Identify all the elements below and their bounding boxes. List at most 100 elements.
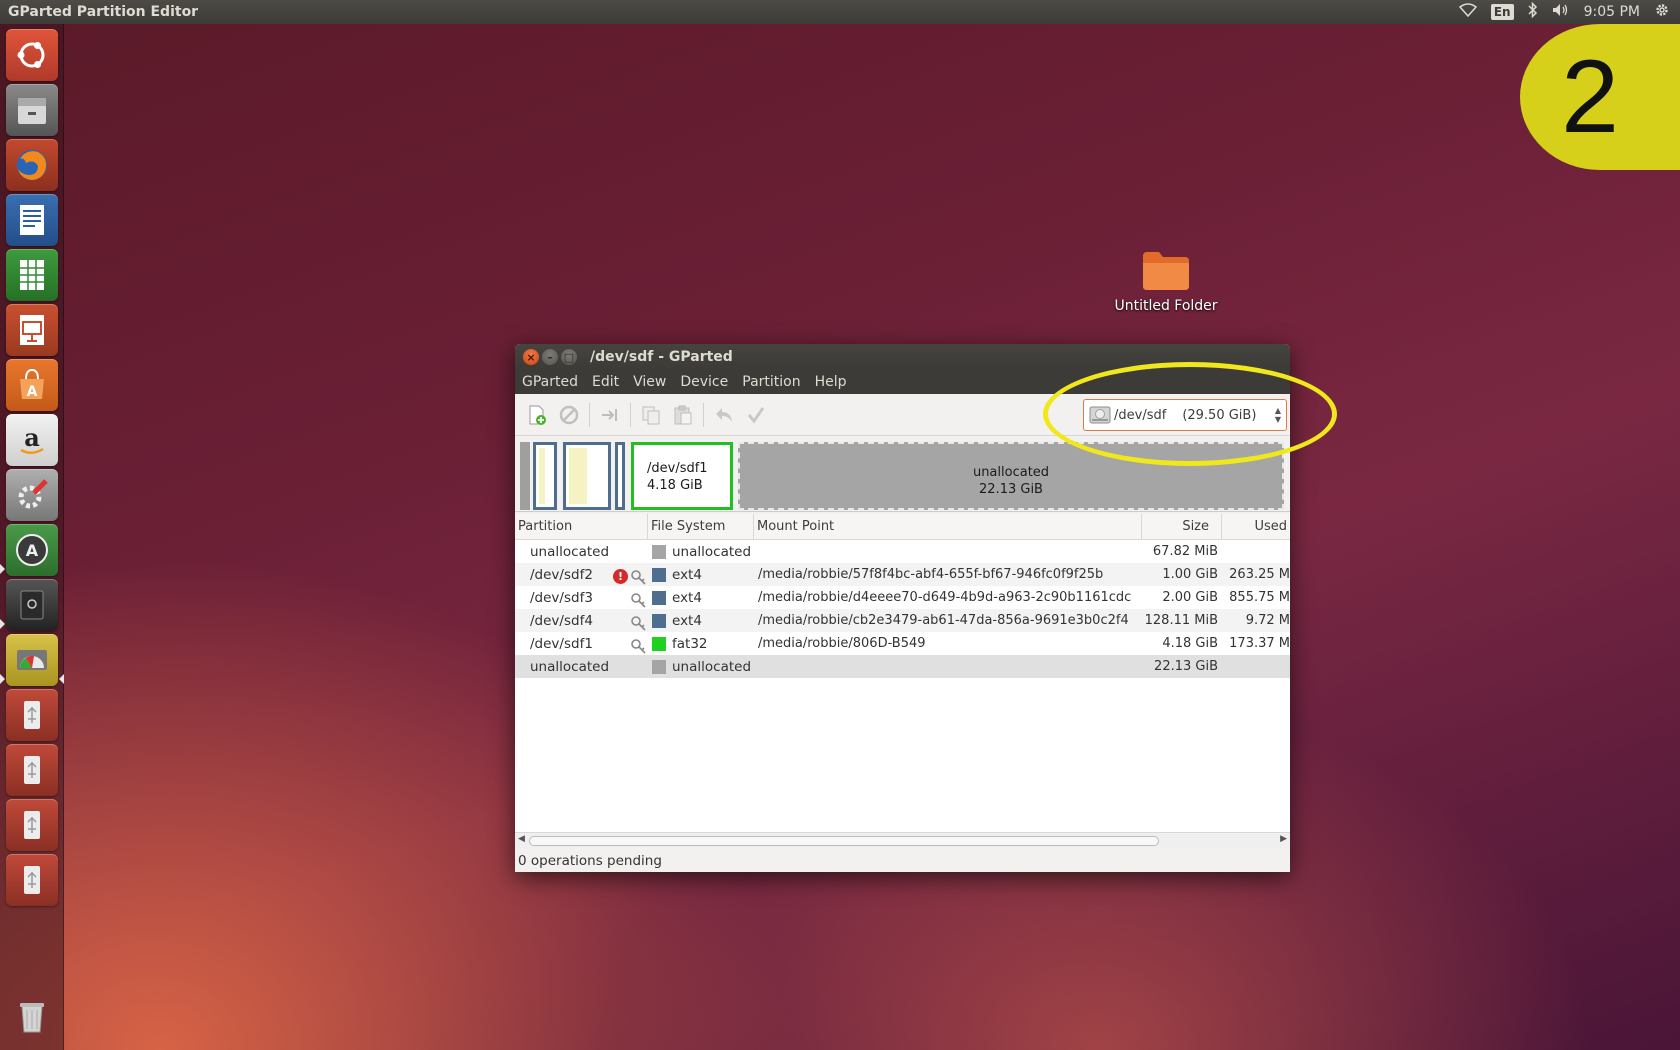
disk-drive-icon[interactable]: [6, 579, 58, 631]
usb-drive-icon[interactable]: [6, 744, 58, 796]
undo-icon: [716, 407, 732, 422]
map-partition-sdf2[interactable]: [533, 442, 557, 510]
svg-text:A: A: [26, 541, 39, 560]
menu-view[interactable]: View: [626, 374, 673, 390]
column-header-filesystem[interactable]: File System: [648, 514, 754, 539]
cell-partition: /dev/sdf1: [515, 636, 648, 654]
delete-partition-button[interactable]: [555, 401, 583, 429]
desktop-folder[interactable]: Untitled Folder: [1100, 248, 1232, 314]
device-name: /dev/sdf: [1114, 407, 1167, 423]
software-updater-icon[interactable]: A: [6, 524, 58, 576]
map-unallocated-small[interactable]: [520, 442, 530, 510]
bluetooth-icon[interactable]: [1528, 1, 1538, 22]
device-selector[interactable]: /dev/sdf (29.50 GiB) ▲ ▼: [1083, 399, 1287, 431]
column-header-partition[interactable]: Partition: [515, 514, 648, 539]
cell-size: 128.11 MiB: [1144, 613, 1218, 628]
window-titlebar[interactable]: × – □ /dev/sdf - GParted: [515, 344, 1290, 370]
system-tray: En 9:05 PM: [1458, 1, 1680, 22]
apply-checkmark-icon: [747, 406, 765, 423]
window-maximize-button[interactable]: □: [561, 349, 577, 365]
settings-gear-icon[interactable]: [1654, 2, 1670, 22]
wifi-icon[interactable]: [1458, 3, 1477, 21]
cell-partition: /dev/sdf3: [515, 590, 648, 608]
undo-button[interactable]: [710, 401, 738, 429]
table-row[interactable]: /dev/sdf2! ext4/media/robbie/57f8f4bc-abf…: [515, 563, 1290, 586]
table-row[interactable]: /dev/sdf4 ext4/media/robbie/cb2e3479-ab61…: [515, 609, 1290, 632]
device-size: (29.50 GiB): [1182, 407, 1257, 423]
column-header-size[interactable]: Size: [1142, 514, 1222, 539]
scroll-right-arrow-icon[interactable]: ▶: [1280, 834, 1287, 844]
toolbar-separator: [703, 402, 704, 427]
partition-name: /dev/sdf2: [530, 566, 593, 583]
keyboard-layout-indicator[interactable]: En: [1490, 4, 1514, 20]
column-header-used[interactable]: Used: [1222, 514, 1290, 539]
cell-filesystem: unallocated: [648, 544, 754, 560]
table-row[interactable]: /dev/sdf1 fat32/media/robbie/806D-B549 4.1…: [515, 632, 1290, 655]
active-app-title: GParted Partition Editor: [8, 4, 199, 20]
map-partition-sdf1-selected[interactable]: /dev/sdf1 4.18 GiB: [631, 442, 733, 510]
system-settings-icon[interactable]: [6, 469, 58, 521]
cell-partition: /dev/sdf2!: [515, 566, 648, 585]
column-header-mount-point[interactable]: Mount Point: [754, 514, 1142, 539]
scroll-left-arrow-icon[interactable]: ◀: [518, 834, 525, 844]
step-number-badge: 2: [1520, 24, 1680, 170]
map-partition-sdf3[interactable]: [563, 442, 611, 510]
clock[interactable]: 9:05 PM: [1584, 4, 1640, 20]
filesystem-color-swatch: [652, 567, 666, 582]
menu-help[interactable]: Help: [808, 374, 854, 390]
menu-device[interactable]: Device: [673, 374, 735, 390]
menu-partition[interactable]: Partition: [735, 374, 807, 390]
new-partition-button[interactable]: [523, 401, 551, 429]
partition-name: unallocated: [530, 543, 610, 560]
cell-partition: unallocated: [515, 544, 648, 560]
folder-icon: [1143, 252, 1189, 290]
resize-move-button[interactable]: [596, 401, 624, 429]
amazon-icon[interactable]: a: [6, 414, 58, 466]
software-center-icon[interactable]: A: [6, 359, 58, 411]
table-row[interactable]: unallocated unallocated 22.13 GiB: [515, 655, 1290, 678]
table-row[interactable]: unallocated unallocated 67.82 MiB: [515, 540, 1290, 563]
mounted-key-icon: [631, 615, 646, 631]
cell-mount-point: /media/robbie/57f8f4bc-abf4-655f-bf67-94…: [758, 567, 1104, 582]
cell-size: 67.82 MiB: [1152, 544, 1218, 559]
window-close-button[interactable]: ×: [523, 349, 539, 365]
window-minimize-button[interactable]: –: [542, 349, 558, 365]
map-partition-sdf4[interactable]: [615, 442, 625, 510]
horizontal-scrollbar[interactable]: ◀ ▶: [515, 832, 1290, 848]
table-body: unallocated unallocated 67.82 MiB/dev/sdf2…: [515, 540, 1290, 678]
warning-icon: !: [613, 568, 628, 584]
menu-edit[interactable]: Edit: [585, 374, 626, 390]
usb-drive-icon[interactable]: [6, 854, 58, 906]
cell-size: 22.13 GiB: [1154, 659, 1218, 674]
trash-icon[interactable]: [6, 990, 58, 1042]
filesystem-color-swatch: [652, 590, 666, 605]
firefox-icon[interactable]: [6, 139, 58, 191]
menu-gparted[interactable]: GParted: [515, 374, 585, 390]
status-bar: 0 operations pending: [515, 849, 1290, 872]
copy-button[interactable]: [637, 401, 665, 429]
scrollbar-thumb[interactable]: [529, 836, 1159, 846]
row-status-icons: [630, 638, 646, 654]
partition-table: Partition File System Mount Point Size U…: [515, 514, 1290, 848]
filesystem-name: ext4: [672, 612, 702, 629]
libreoffice-impress-icon[interactable]: [6, 304, 58, 356]
filesystem-color-swatch: [652, 544, 666, 559]
spin-arrows-icon: ▲ ▼: [1274, 406, 1281, 424]
apply-button[interactable]: [742, 401, 770, 429]
usb-drive-icon[interactable]: [6, 799, 58, 851]
libreoffice-calc-icon[interactable]: [6, 249, 58, 301]
cell-filesystem: unallocated: [648, 659, 754, 675]
filesystem-color-swatch: [652, 636, 666, 651]
launcher: A a A: [0, 24, 64, 1050]
cell-size: 1.00 GiB: [1162, 567, 1218, 582]
usb-drive-icon[interactable]: [6, 689, 58, 741]
table-row[interactable]: /dev/sdf3 ext4/media/robbie/d4eeee70-d649…: [515, 586, 1290, 609]
row-status-icons: !: [613, 568, 646, 585]
map-unallocated-large[interactable]: unallocated 22.13 GiB: [738, 442, 1284, 510]
files-icon[interactable]: [6, 84, 58, 136]
ubuntu-dash-icon[interactable]: [6, 29, 58, 81]
gparted-icon[interactable]: [6, 634, 58, 686]
libreoffice-writer-icon[interactable]: [6, 194, 58, 246]
paste-button[interactable]: [669, 401, 697, 429]
volume-icon[interactable]: [1552, 3, 1570, 21]
